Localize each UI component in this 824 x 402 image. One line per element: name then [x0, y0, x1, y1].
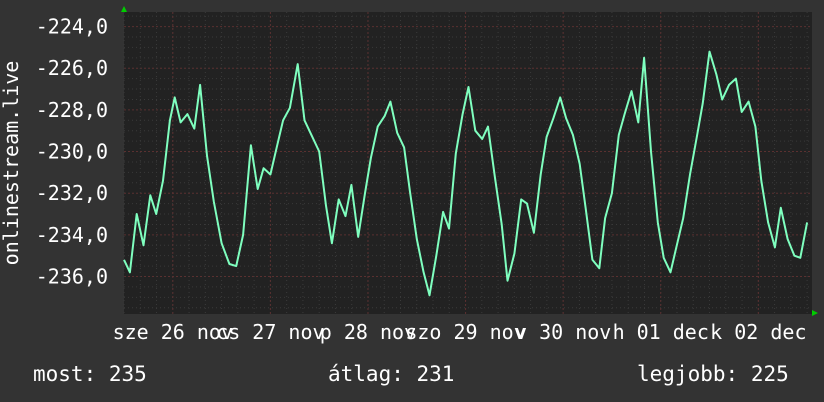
stat-now-value: 235: [108, 362, 147, 386]
stat-average-value: 231: [416, 362, 455, 386]
y-tick-label: -228,0: [36, 98, 108, 122]
y-tick-label: -226,0: [36, 56, 108, 80]
y-tick-label: -232,0: [36, 181, 108, 205]
line-chart: -224,0 -226,0 -228,0 -230,0 -232,0 -234,0 -236…: [0, 6, 818, 344]
y-tick-label: -230,0: [36, 140, 108, 164]
y-axis-ticks: -224,0 -226,0 -228,0 -230,0 -232,0 -234,0 -236…: [36, 15, 108, 289]
stat-now: most: 235: [33, 362, 147, 386]
stat-best-label: legjobb:: [637, 362, 739, 386]
y-tick-label: -234,0: [36, 223, 108, 247]
y-tick-label: -224,0: [36, 15, 108, 39]
stat-best-value: 225: [750, 362, 789, 386]
stat-best: legjobb: 225: [637, 362, 789, 386]
y-axis-label: onlinestream.live: [0, 61, 23, 266]
x-tick-label: cs 27 nov: [216, 320, 324, 344]
x-tick-label: v 30 nov: [515, 320, 611, 344]
stat-now-label: most:: [33, 362, 97, 386]
x-axis-arrow-icon: [812, 310, 818, 316]
x-tick-label: sze 26 nov: [113, 320, 233, 344]
stat-average: átlag: 231: [328, 362, 454, 386]
x-tick-label: h 01 dec: [613, 320, 709, 344]
x-axis-ticks: sze 26 novcs 27 novp 28 novszo 29 novv 3…: [113, 320, 807, 344]
x-tick-label: p 28 nov: [320, 320, 416, 344]
x-tick-label: k 02 dec: [710, 320, 806, 344]
x-tick-label: szo 29 nov: [405, 320, 525, 344]
y-axis-arrow-icon: [121, 6, 127, 12]
y-tick-label: -236,0: [36, 265, 108, 289]
stat-average-label: átlag:: [328, 362, 404, 386]
chart-panel: -224,0 -226,0 -228,0 -230,0 -232,0 -234,0 -236…: [0, 0, 824, 402]
